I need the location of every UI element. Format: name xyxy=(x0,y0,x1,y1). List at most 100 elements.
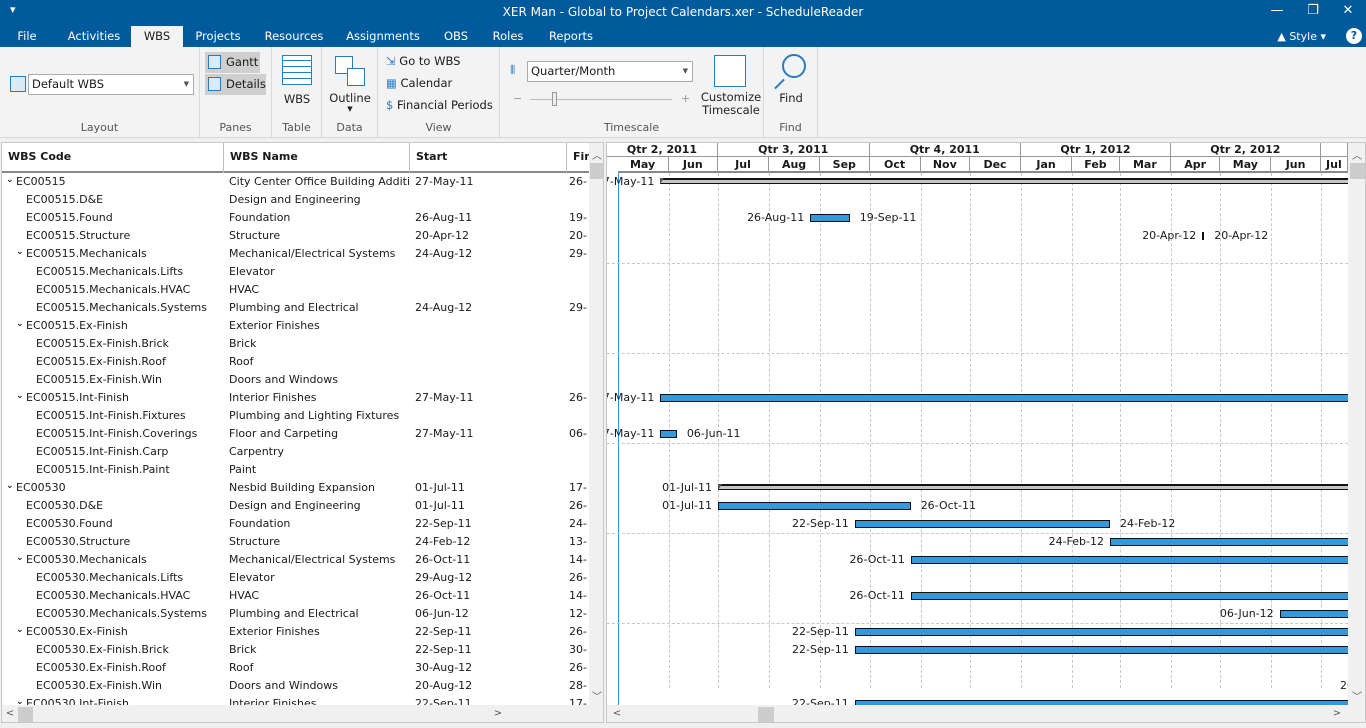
summary-bar[interactable] xyxy=(718,484,1348,490)
chevron-down-icon[interactable]: ⌄ xyxy=(16,623,26,639)
scroll-up-icon[interactable]: ︿ xyxy=(589,147,603,162)
tab-file[interactable]: File xyxy=(8,26,46,47)
table-row[interactable]: EC00530.Mechanicals.Systems Plumbing and … xyxy=(2,605,589,623)
column-header-start[interactable]: Start xyxy=(410,143,567,173)
task-bar[interactable] xyxy=(660,430,677,438)
scroll-left-icon[interactable]: < xyxy=(609,708,625,719)
table-row[interactable]: EC00515.Int-Finish.Carp Carpentry xyxy=(2,443,589,461)
table-row[interactable]: EC00515.Structure Structure 20-Apr-12 20- xyxy=(2,227,589,245)
task-bar[interactable] xyxy=(854,628,1348,636)
scrollbar-thumb[interactable] xyxy=(1350,163,1365,179)
wbs-table-button[interactable]: WBS xyxy=(272,51,322,111)
table-row[interactable]: ⌄ EC00515 City Center Office Building Addi… xyxy=(2,173,589,191)
task-bar[interactable] xyxy=(910,592,1348,600)
chevron-down-icon[interactable]: ⌄ xyxy=(6,479,16,495)
tab-wbs[interactable]: WBS xyxy=(131,26,183,47)
table-row[interactable]: EC00515.Int-Finish.Fixtures Plumbing and … xyxy=(2,407,589,425)
table-row[interactable]: EC00515.Int-Finish.Coverings Floor and Ca… xyxy=(2,425,589,443)
table-row[interactable]: EC00515.Mechanicals.Lifts Elevator xyxy=(2,263,589,281)
scrollbar-thumb[interactable] xyxy=(758,707,774,722)
table-vertical-scrollbar[interactable]: ︿ ﹀ xyxy=(589,143,603,705)
chevron-down-icon[interactable]: ⌄ xyxy=(16,389,26,405)
calendar-button[interactable]: ▦ Calendar xyxy=(386,76,452,90)
column-header-wbs-name[interactable]: WBS Name xyxy=(224,143,410,173)
gantt-vertical-scrollbar[interactable]: ︿ ﹀ xyxy=(1348,143,1365,705)
table-row[interactable]: EC00515.Mechanicals.Systems Plumbing and … xyxy=(2,299,589,317)
chevron-down-icon[interactable]: ⌄ xyxy=(16,317,26,333)
task-bar[interactable] xyxy=(718,502,911,510)
table-row[interactable]: ⌄ EC00530 Nesbid Building Expansion 01-Jul-… xyxy=(2,479,589,497)
tab-resources[interactable]: Resources xyxy=(260,26,328,47)
chevron-down-icon[interactable]: ⌄ xyxy=(16,695,26,705)
scrollbar-thumb[interactable] xyxy=(590,163,603,179)
zoom-out-button[interactable]: − xyxy=(513,92,522,105)
scroll-right-icon[interactable]: > xyxy=(1329,708,1345,719)
go-to-wbs-button[interactable]: ⇲ Go to WBS xyxy=(386,54,460,68)
timescale-select[interactable]: Quarter/Month ▼ xyxy=(527,61,693,82)
table-horizontal-scrollbar[interactable]: < > xyxy=(2,705,603,722)
table-row[interactable]: EC00530.Found Foundation 22-Sep-11 24- xyxy=(2,515,589,533)
task-bar[interactable] xyxy=(1202,232,1205,240)
help-icon[interactable]: ? xyxy=(1346,28,1362,44)
table-row[interactable]: EC00515.Mechanicals.HVAC HVAC xyxy=(2,281,589,299)
table-row[interactable]: EC00515.Found Foundation 26-Aug-11 19- xyxy=(2,209,589,227)
zoom-in-button[interactable]: + xyxy=(681,92,690,105)
scroll-right-icon[interactable]: > xyxy=(490,708,506,719)
table-row[interactable]: EC00530.Structure Structure 24-Feb-12 13- xyxy=(2,533,589,551)
scroll-down-icon[interactable]: ﹀ xyxy=(1349,688,1365,703)
task-bar[interactable] xyxy=(854,646,1348,654)
column-header-finish[interactable]: Fini xyxy=(567,143,589,173)
scroll-up-icon[interactable]: ︿ xyxy=(1349,147,1365,162)
tab-projects[interactable]: Projects xyxy=(190,26,246,47)
tab-reports[interactable]: Reports xyxy=(543,26,599,47)
chevron-down-icon[interactable]: ⌄ xyxy=(16,245,26,261)
tab-obs[interactable]: OBS xyxy=(436,26,476,47)
gantt-pane-toggle[interactable]: Gantt xyxy=(205,52,260,73)
table-row[interactable]: ⌄ EC00515.Ex-Finish Exterior Finishes xyxy=(2,317,589,335)
customize-timescale-button[interactable]: Customize Timescale xyxy=(700,51,762,121)
close-button[interactable]: ✕ xyxy=(1333,3,1363,18)
layout-select[interactable]: Default WBS ▼ xyxy=(28,74,194,95)
restore-button[interactable]: ❐ xyxy=(1298,3,1328,18)
table-row[interactable]: EC00530.Mechanicals.HVAC HVAC 26-Oct-11 14- xyxy=(2,587,589,605)
table-row[interactable]: ⌄ EC00515.Int-Finish Interior Finishes 27-M… xyxy=(2,389,589,407)
zoom-slider-thumb[interactable] xyxy=(551,92,557,106)
task-bar[interactable] xyxy=(1109,538,1348,546)
summary-bar[interactable] xyxy=(660,178,1348,184)
table-row[interactable]: EC00515.D&E Design and Engineering xyxy=(2,191,589,209)
tab-roles[interactable]: Roles xyxy=(487,26,529,47)
column-header-wbs-code[interactable]: WBS Code xyxy=(2,143,224,173)
find-button[interactable]: Find xyxy=(764,51,818,111)
task-bar[interactable] xyxy=(854,520,1110,528)
outline-button[interactable]: Outline ▼ xyxy=(322,51,378,113)
scroll-down-icon[interactable]: ﹀ xyxy=(589,688,603,703)
task-bar[interactable] xyxy=(910,556,1348,564)
table-row[interactable]: EC00530.D&E Design and Engineering 01-Jul-… xyxy=(2,497,589,515)
table-row[interactable]: EC00515.Ex-Finish.Win Doors and Windows xyxy=(2,371,589,389)
table-row[interactable]: ⌄ EC00530.Int-Finish Interior Finishes 22-S… xyxy=(2,695,589,705)
task-bar[interactable] xyxy=(810,214,850,222)
table-row[interactable]: EC00515.Ex-Finish.Roof Roof xyxy=(2,353,589,371)
chevron-down-icon[interactable]: ⌄ xyxy=(6,173,16,189)
financial-periods-button[interactable]: $ Financial Periods xyxy=(386,98,493,112)
table-row[interactable]: EC00515.Int-Finish.Paint Paint xyxy=(2,461,589,479)
minimize-button[interactable]: — xyxy=(1262,3,1292,18)
table-row[interactable]: EC00530.Ex-Finish.Win Doors and Windows 20… xyxy=(2,677,589,695)
chevron-down-icon[interactable]: ⌄ xyxy=(16,551,26,567)
task-bar[interactable] xyxy=(1279,610,1348,618)
table-row[interactable]: EC00530.Ex-Finish.Brick Brick 22-Sep-11 30- xyxy=(2,641,589,659)
tab-assignments[interactable]: Assignments xyxy=(343,26,423,47)
tab-activities[interactable]: Activities xyxy=(60,26,128,47)
gantt-horizontal-scrollbar[interactable]: < > xyxy=(607,705,1365,722)
table-row[interactable]: EC00515.Ex-Finish.Brick Brick xyxy=(2,335,589,353)
table-row[interactable]: ⌄ EC00515.Mechanicals Mechanical/Electrica… xyxy=(2,245,589,263)
table-row[interactable]: EC00530.Ex-Finish.Roof Roof 30-Aug-12 26- xyxy=(2,659,589,677)
scrollbar-thumb[interactable] xyxy=(18,707,33,722)
style-menu[interactable]: ▲ Style ▾ xyxy=(1277,30,1326,43)
table-row[interactable]: ⌄ EC00530.Ex-Finish Exterior Finishes 22-Se… xyxy=(2,623,589,641)
details-pane-toggle[interactable]: Details xyxy=(205,74,266,95)
table-row[interactable]: EC00530.Mechanicals.Lifts Elevator 29-Aug-… xyxy=(2,569,589,587)
scroll-left-icon[interactable]: < xyxy=(2,708,18,719)
table-row[interactable]: ⌄ EC00530.Mechanicals Mechanical/Electrica… xyxy=(2,551,589,569)
task-bar[interactable] xyxy=(660,394,1348,402)
